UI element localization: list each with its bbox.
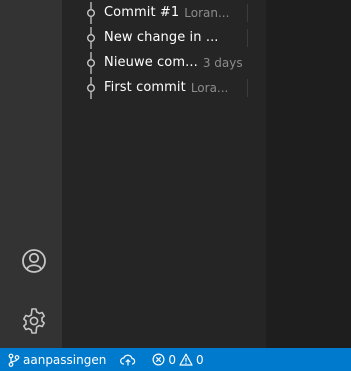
timeline-item-description: Lora...	[190, 80, 229, 95]
source-control-branch-icon	[8, 353, 20, 367]
timeline-item[interactable]: New change in ...	[80, 25, 248, 50]
timeline-item-description: 3 days	[202, 55, 243, 70]
cloud-sync-icon	[120, 354, 136, 365]
git-commit-icon	[87, 2, 95, 24]
warning-icon	[179, 353, 193, 366]
account-button[interactable]	[19, 246, 49, 276]
timeline-item[interactable]: Nieuwe com... 3 days	[80, 50, 248, 75]
git-commit-icon	[87, 52, 95, 74]
timeline-item-label: Commit #1	[104, 5, 180, 20]
git-commit-icon	[87, 27, 95, 49]
timeline-item-label: New change in ...	[104, 30, 219, 45]
manage-button[interactable]	[19, 306, 49, 336]
timeline-item[interactable]: First commit Lora...	[80, 75, 248, 100]
warning-count: 0	[195, 352, 204, 367]
error-icon	[152, 353, 165, 366]
error-count: 0	[168, 352, 176, 367]
git-commit-icon	[87, 77, 95, 99]
branch-name: aanpassingen	[23, 352, 107, 367]
timeline-item-description: Loran...	[184, 5, 230, 20]
vscode-window: Commit #1 Loran... New change in ... Nie…	[0, 0, 351, 371]
branch-status-item[interactable]: aanpassingen	[0, 348, 112, 371]
gear-icon	[23, 308, 45, 334]
timeline-item-label: First commit	[104, 80, 186, 95]
timeline-list: Commit #1 Loran... New change in ... Nie…	[80, 0, 248, 100]
column-divider	[247, 29, 248, 47]
sync-status-item[interactable]	[112, 348, 144, 371]
problems-status-item[interactable]: 0 0	[144, 348, 212, 371]
editor-area	[266, 0, 351, 348]
column-divider	[247, 79, 248, 97]
status-bar: aanpassingen 0 0	[0, 348, 351, 371]
account-icon	[22, 249, 46, 273]
timeline-item-label: Nieuwe com...	[104, 55, 198, 70]
timeline-item[interactable]: Commit #1 Loran...	[80, 0, 248, 25]
activity-bar	[0, 0, 62, 348]
column-divider	[247, 4, 248, 22]
